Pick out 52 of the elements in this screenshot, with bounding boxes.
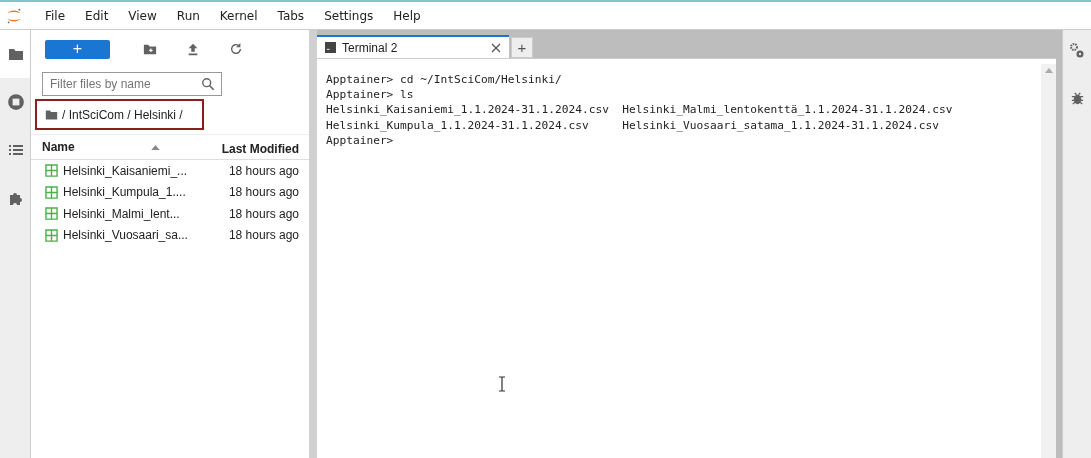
modified-time: 18 hours ago [228, 228, 300, 243]
file-name[interactable]: Helsinki_Kaisaniemi_... [63, 163, 188, 178]
terminal-line: Apptainer> ls [326, 87, 415, 103]
terminal-line: Apptainer> [326, 132, 395, 148]
tab-label: Terminal 2 [342, 40, 398, 55]
file-name[interactable]: Helsinki_Kumpula_1.... [63, 185, 186, 200]
file-name[interactable]: Helsinki_Malmi_lent... [63, 206, 180, 221]
modified-time: 18 hours ago [228, 206, 300, 221]
menu-item[interactable]: Run [166, 8, 210, 23]
terminal-line: Helsinki_Kumpula_1.1.2024-31.1.2024.csv Helsinki_Vuosaari_satama_1.1.2024-31.1.2024.csv [326, 117, 940, 133]
new-tab-button[interactable]: + [511, 37, 533, 58]
menu-item[interactable]: Tabs [267, 8, 315, 23]
spreadsheet-icon [45, 207, 58, 221]
folder-icon[interactable] [45, 108, 58, 121]
spreadsheet-icon [45, 185, 58, 199]
new-folder-icon[interactable] [143, 42, 157, 56]
refresh-icon[interactable] [229, 42, 243, 56]
menu-item[interactable]: Kernel [209, 8, 268, 23]
new-launcher-button[interactable]: + [45, 39, 110, 59]
column-header[interactable]: Name [31, 140, 151, 154]
puzzle-icon [8, 190, 24, 206]
menu-item[interactable]: Settings [314, 8, 384, 23]
folder-tab[interactable] [0, 30, 30, 78]
folder-icon [8, 46, 24, 62]
menu-item[interactable]: Edit [75, 8, 119, 23]
stop-circle-icon [7, 93, 25, 111]
spreadsheet-icon [45, 164, 58, 178]
breadcrumb[interactable]: / IntSciCom / Helsinki / [62, 107, 183, 122]
terminal-line: Helsinki_Kaisaniemi_1.1.2024-31.1.2024.csv Helsinki_Malmi_lentokenttä_1.1.2024-31.1.2024.csv [326, 102, 954, 118]
modified-time: 18 hours ago [228, 185, 300, 200]
upload-icon[interactable] [186, 42, 200, 56]
search-icon [201, 77, 215, 91]
scrollbar[interactable] [1041, 64, 1056, 458]
list-icon [8, 142, 24, 158]
gears-icon[interactable] [1069, 43, 1085, 59]
text-cursor-icon [499, 376, 505, 392]
modified-time: 18 hours ago [228, 163, 300, 178]
terminal-tab[interactable]: Terminal 2 [317, 35, 509, 58]
sort-arrow-icon [151, 144, 160, 150]
splitter-handle[interactable] [309, 30, 317, 458]
file-name[interactable]: Helsinki_Vuosaari_sa... [63, 228, 188, 243]
bug-icon[interactable] [1069, 91, 1085, 106]
terminal-icon [325, 42, 336, 53]
spreadsheet-icon [45, 228, 58, 242]
menu-item[interactable]: Help [383, 8, 431, 23]
close-icon[interactable] [491, 42, 501, 53]
menu-item[interactable]: View [118, 8, 167, 23]
logo-icon [5, 6, 23, 25]
terminal-line: Apptainer> cd ~/IntSciCom/Helsinki/ [326, 72, 563, 88]
filter-field[interactable]: Filter files by name [42, 72, 222, 96]
menu-item[interactable]: File [35, 8, 76, 23]
column-header[interactable]: Last Modified [221, 138, 309, 156]
